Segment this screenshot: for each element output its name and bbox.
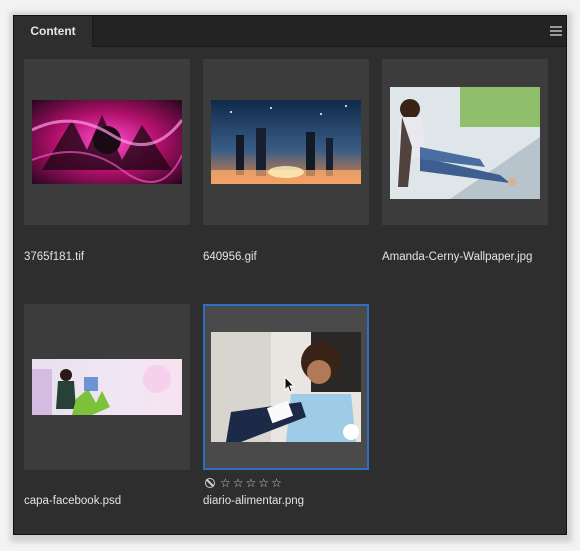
star-rating[interactable]: ☆ ☆ ☆ ☆ ☆ [205,477,282,489]
thumbnail-filename: capa-facebook.psd [24,495,122,507]
thumbnail-filename: 3765f181.tif [24,251,85,263]
content-panel: Content 3765f181.tif 640956.gif Amanda-C… [13,15,567,535]
panel-tab-bar: Content [14,16,566,47]
star-icon[interactable]: ☆ [271,477,282,489]
star-icon[interactable]: ☆ [220,477,231,489]
thumbnail-filename: diario-alimentar.png [203,495,305,507]
thumbnail-item[interactable] [24,304,190,470]
facebook-cover-collage-icon [32,359,182,415]
thumbnail-item[interactable] [203,59,369,225]
thumbnail-filename: Amanda-Cerny-Wallpaper.jpg [382,251,533,263]
star-icon[interactable]: ☆ [246,477,257,489]
star-icon[interactable]: ☆ [233,477,244,489]
star-icon[interactable]: ☆ [258,477,269,489]
panel-menu-icon[interactable] [550,26,562,36]
tab-content[interactable]: Content [14,16,93,47]
no-entry-icon[interactable] [205,478,215,488]
woman-sitting-photo-icon [390,87,540,199]
anime-night-city-artwork-icon [211,100,361,184]
thumbnail-item[interactable] [382,59,548,225]
thumbnail-item[interactable] [24,59,190,225]
purple-anime-artwork-icon [32,100,182,184]
thumbnail-filename: 640956.gif [203,251,257,263]
mouse-cursor-icon [284,375,296,394]
